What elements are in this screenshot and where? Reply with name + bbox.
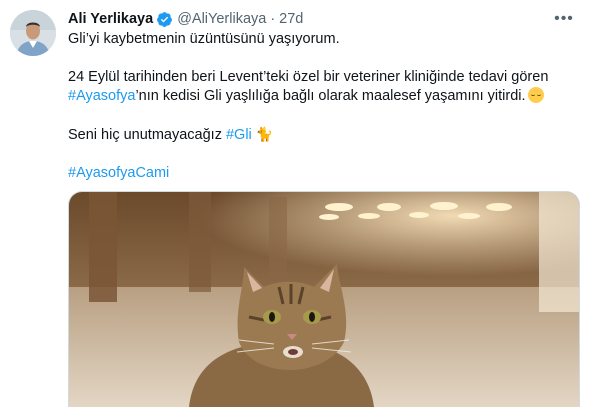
timestamp[interactable]: 27d — [279, 11, 303, 27]
text-line-4-start: Seni hiç unutmayacağız — [68, 127, 226, 143]
tweet-photo[interactable] — [68, 191, 580, 407]
more-options-icon[interactable]: ••• — [553, 8, 575, 30]
tweet-header: Ali Yerlikaya @AliYerlikaya · 27d ••• — [68, 8, 575, 30]
tweet-text: Gli’yi kaybetmenin üzüntüsünü yaşıyorum.… — [68, 30, 578, 183]
cat-photo-image — [69, 192, 579, 407]
hashtag-ayasofyacami-link[interactable]: #AyasofyaCami — [68, 165, 169, 181]
text-line-3: #Ayasofya’nın kedisi Gli yaşlılığa bağlı… — [68, 87, 578, 106]
text-line-1: Gli’yi kaybetmenin üzüntüsünü yaşıyorum. — [68, 31, 340, 47]
avatar[interactable] — [10, 10, 56, 56]
cat-emoji: 🐈 — [255, 126, 274, 142]
author-name[interactable]: Ali Yerlikaya — [68, 11, 153, 27]
verified-badge-icon — [157, 11, 173, 27]
separator-dot: · — [270, 11, 276, 27]
text-line-5: #AyasofyaCami — [68, 164, 578, 183]
avatar-image — [10, 10, 56, 56]
hashtag-gli-link[interactable]: #Gli — [226, 127, 252, 143]
author-handle[interactable]: @AliYerlikaya — [177, 11, 266, 27]
hashtag-ayasofya-link[interactable]: #Ayasofya — [68, 88, 135, 104]
text-line-2: 24 Eylül tarihinden beri Levent’teki öze… — [68, 69, 549, 85]
tweet-card[interactable]: Ali Yerlikaya @AliYerlikaya · 27d ••• Gl… — [0, 0, 589, 407]
text-line-3-rest: ’nın kedisi Gli yaşlılığa bağlı olarak m… — [135, 88, 526, 104]
pensive-face-emoji — [527, 87, 544, 103]
text-line-4: Seni hiç unutmayacağız #Gli 🐈 — [68, 125, 578, 145]
